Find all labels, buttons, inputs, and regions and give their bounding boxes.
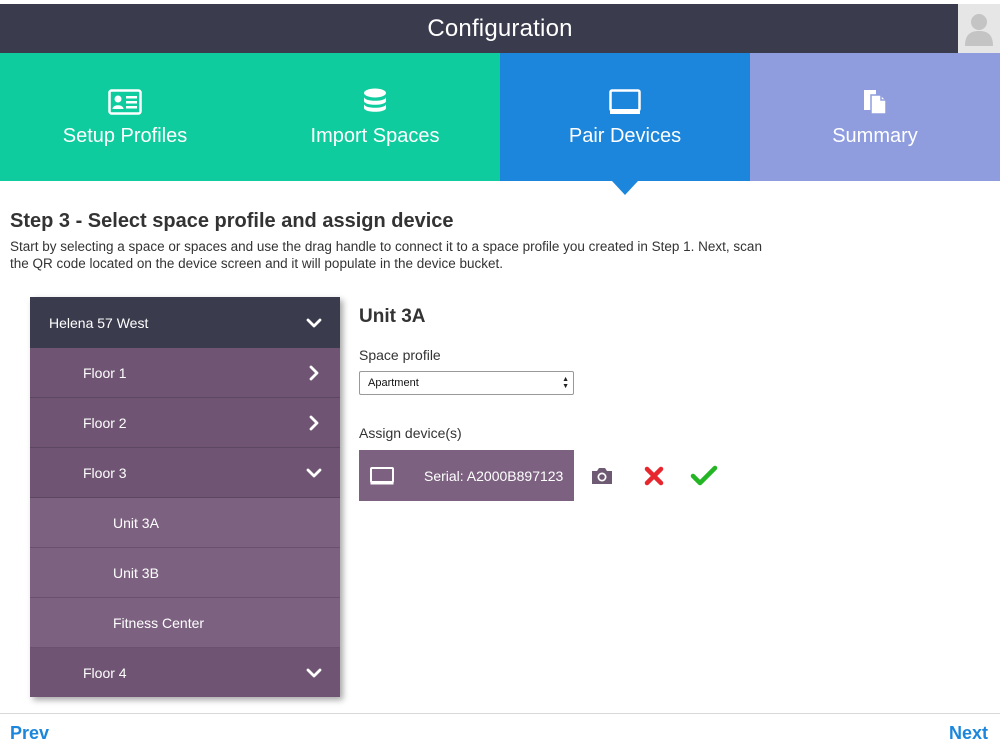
tree-item-label: Floor 3 [83, 464, 127, 481]
camera-button[interactable] [588, 462, 616, 490]
step-summary[interactable]: Summary [750, 53, 1000, 181]
tree-unit-3b[interactable]: Unit 3B [30, 548, 340, 598]
tree-item-label: Floor 4 [83, 664, 127, 681]
documents-icon [862, 87, 888, 117]
page-title: Configuration [427, 14, 573, 42]
chevron-down-icon[interactable] [288, 318, 340, 328]
next-button[interactable]: Next [949, 723, 988, 744]
chevron-down-icon[interactable] [288, 468, 340, 478]
section-description: Start by selecting a space or spaces and… [10, 239, 762, 271]
tree-item-label: Unit 3B [113, 564, 159, 581]
tree-building-helena-57-west[interactable]: Helena 57 West [30, 297, 340, 348]
space-profile-label: Space profile [359, 347, 441, 363]
unit-title: Unit 3A [359, 306, 426, 327]
tree-item-label: Helena 57 West [49, 314, 149, 331]
database-icon [363, 87, 387, 117]
close-icon [644, 466, 664, 486]
device-card[interactable]: Serial: A2000B897123 [359, 450, 574, 501]
user-avatar-icon [965, 13, 993, 46]
chevron-right-icon[interactable] [288, 415, 340, 431]
chevron-right-icon[interactable] [288, 365, 340, 381]
tree-unit-fitness-center[interactable]: Fitness Center [30, 598, 340, 648]
step-label: Import Spaces [310, 124, 440, 147]
select-arrows-icon: ▲ ▼ [562, 376, 569, 390]
tree-floor-2[interactable]: Floor 2 [30, 398, 340, 448]
tree-floor-3[interactable]: Floor 3 [30, 448, 340, 498]
section-heading: Step 3 - Select space profile and assign… [10, 210, 454, 232]
checkmark-icon [690, 465, 718, 486]
space-tree: Helena 57 West Floor 1 Floor 2 Floor 3 U… [30, 297, 340, 697]
tree-item-label: Fitness Center [113, 614, 205, 631]
tree-floor-1[interactable]: Floor 1 [30, 348, 340, 398]
step-label: Pair Devices [568, 124, 682, 147]
user-avatar[interactable] [958, 4, 1000, 53]
wizard-steps: Setup Profiles Import Spaces Pair Device… [0, 53, 1000, 195]
step-import-spaces[interactable]: Import Spaces [250, 53, 500, 181]
step-setup-profiles[interactable]: Setup Profiles [0, 53, 250, 181]
prev-button[interactable]: Prev [10, 723, 49, 744]
app-header: Configuration [0, 4, 1000, 53]
remove-device-button[interactable] [640, 462, 668, 490]
space-profile-select[interactable]: Apartment ▲ ▼ [359, 371, 574, 395]
tree-floor-4[interactable]: Floor 4 [30, 648, 340, 697]
step-pair-devices[interactable]: Pair Devices [500, 53, 750, 195]
profile-card-icon [108, 87, 142, 117]
step-label: Summary [832, 124, 918, 147]
space-profile-value: Apartment [368, 377, 419, 389]
step-label: Setup Profiles [62, 124, 188, 147]
tree-unit-3a[interactable]: Unit 3A [30, 498, 340, 548]
footer-divider [0, 713, 1000, 714]
monitor-icon [609, 87, 641, 117]
tree-item-label: Floor 2 [83, 414, 127, 431]
camera-icon [592, 468, 612, 484]
confirm-device-button[interactable] [690, 462, 718, 490]
monitor-icon [370, 466, 394, 485]
tree-item-label: Unit 3A [113, 514, 159, 531]
chevron-down-icon[interactable] [288, 668, 340, 678]
device-serial: Serial: A2000B897123 [424, 467, 564, 484]
tree-item-label: Floor 1 [83, 364, 127, 381]
assign-devices-label: Assign device(s) [359, 425, 462, 441]
